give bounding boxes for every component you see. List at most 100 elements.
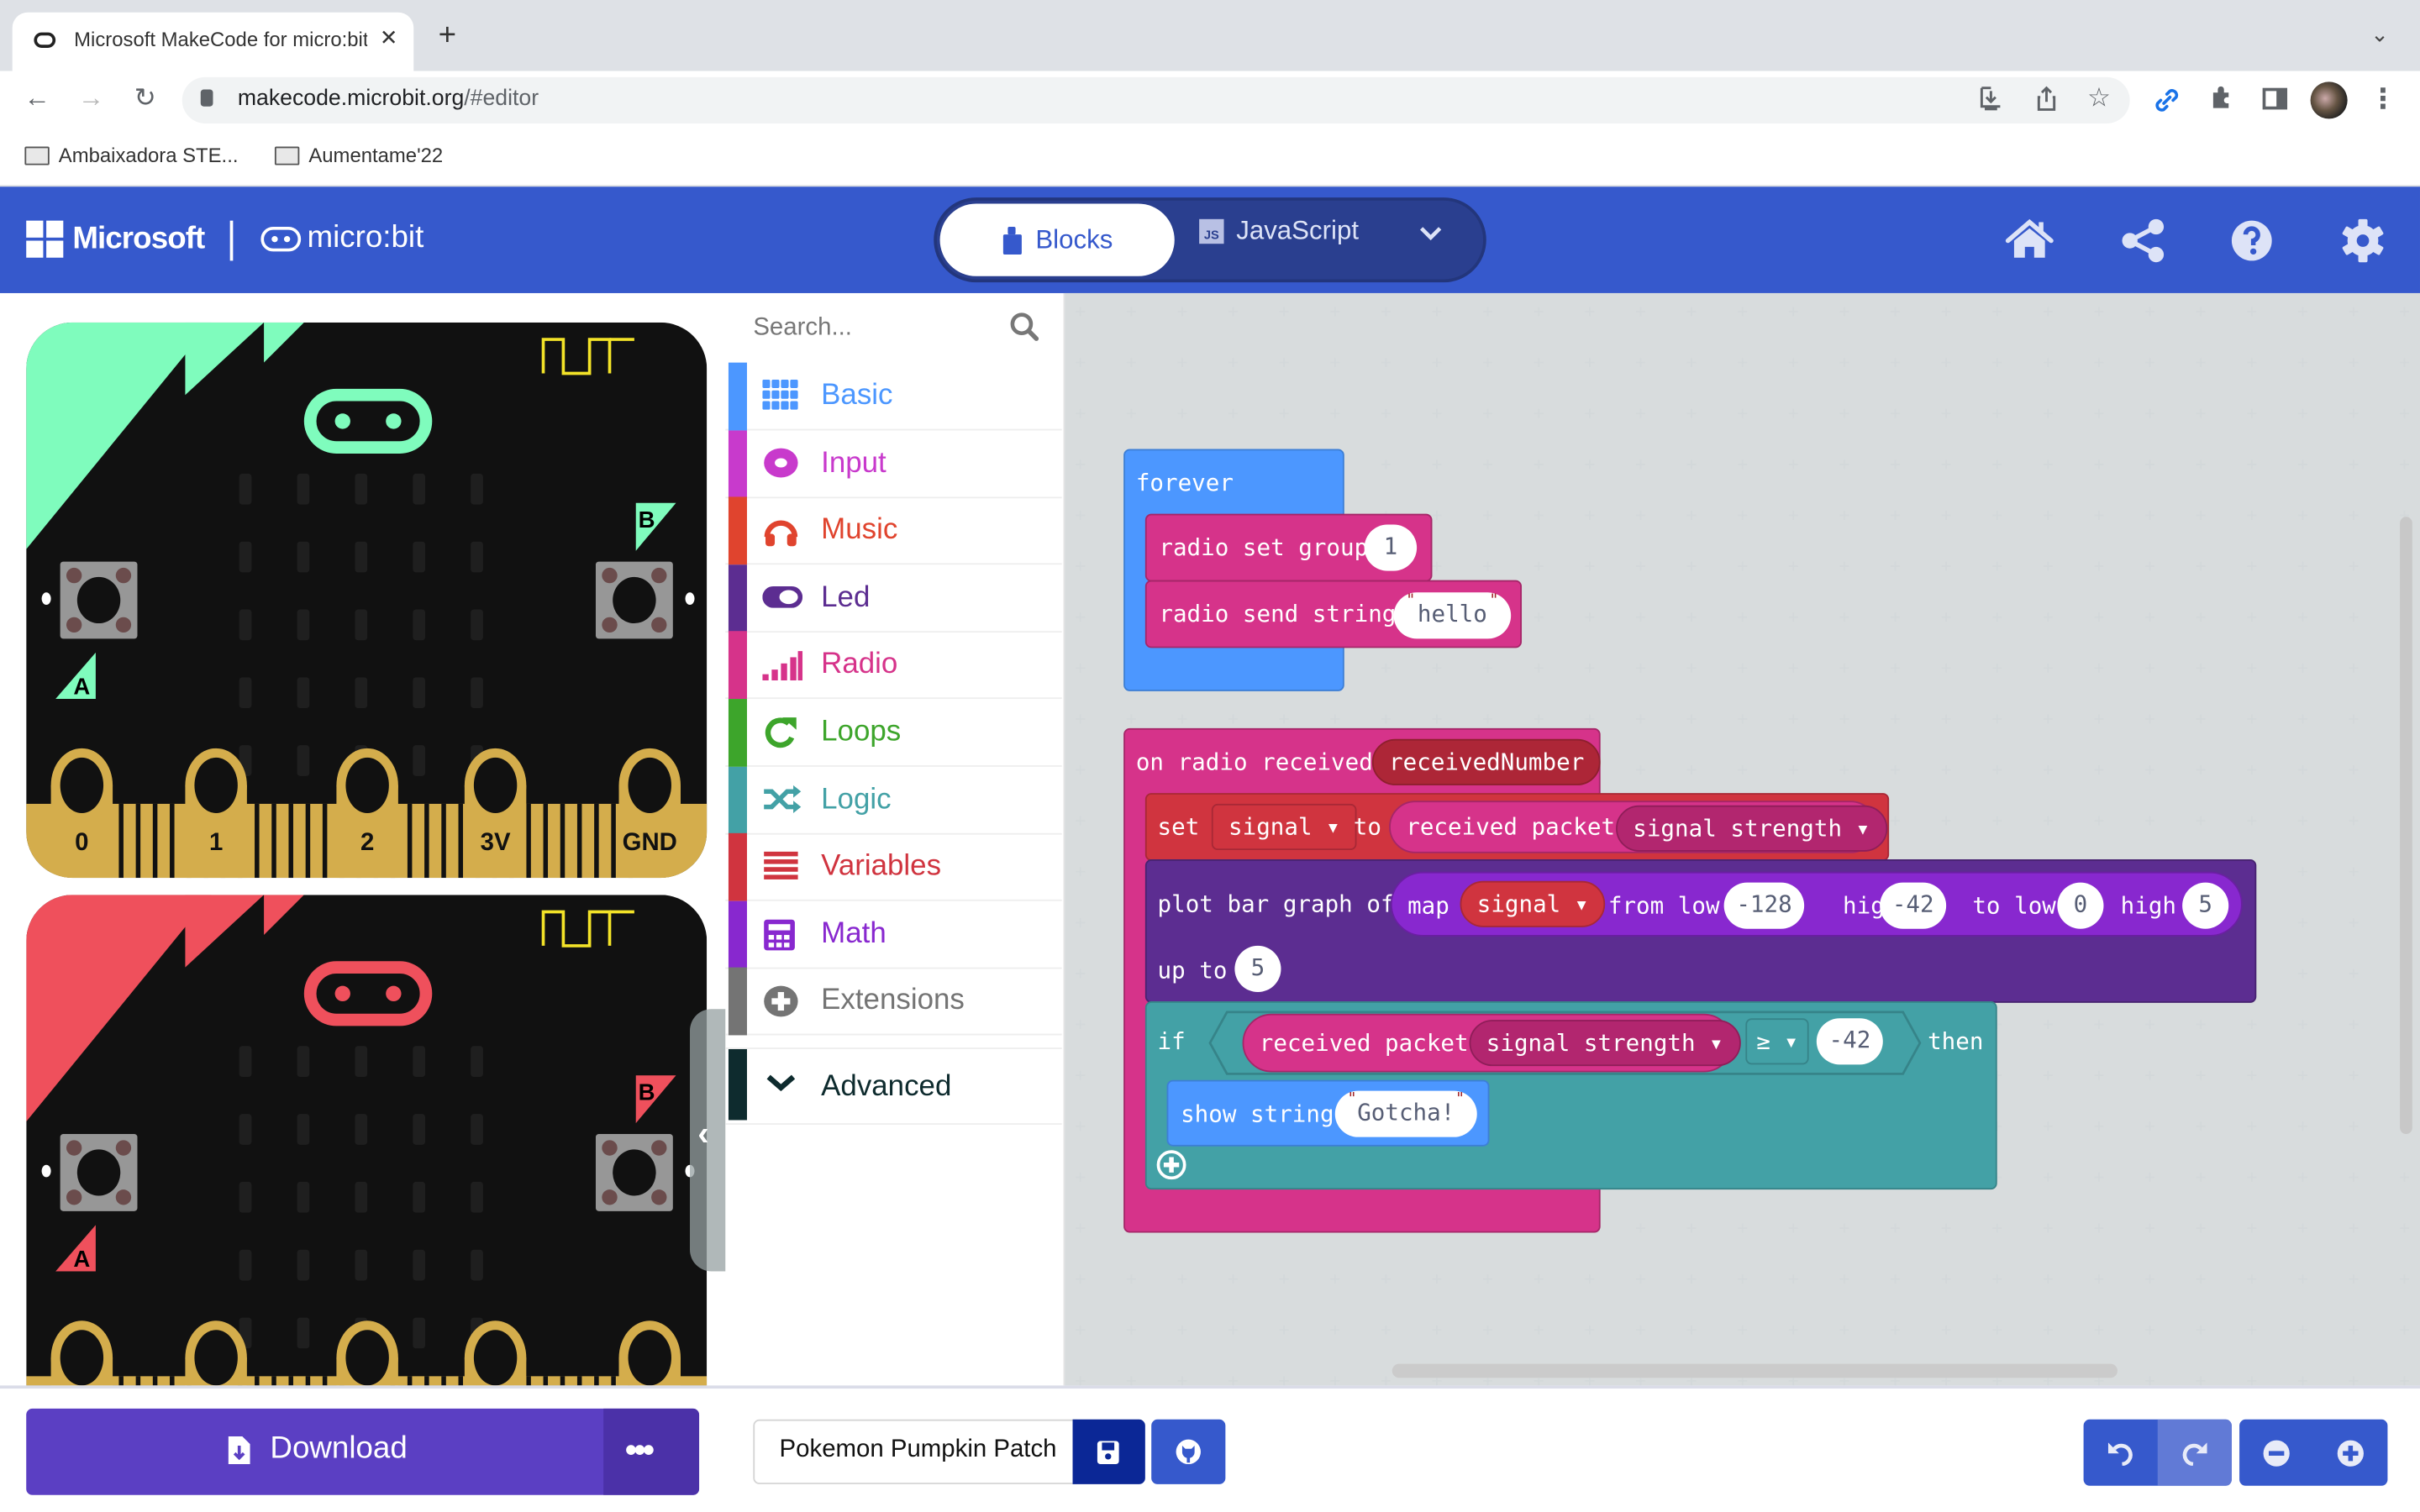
category-color-bar [728, 362, 747, 431]
toolbox-category-basic[interactable]: Basic [725, 362, 1062, 431]
group-number-input[interactable]: 1 [1364, 524, 1418, 571]
blocks-toolbox: Search... Basic Input Music Led Radio Lo… [725, 292, 1065, 1386]
plus-circle-icon [762, 985, 799, 1019]
tab-search-chevron-icon[interactable]: ⌄ [2370, 22, 2389, 48]
toolbox-category-loops[interactable]: Loops [725, 699, 1062, 767]
blocks-mode-button[interactable]: Blocks [939, 203, 1175, 276]
category-label: Math [821, 917, 886, 951]
microsoft-logo[interactable]: Microsoft [26, 220, 205, 258]
tab-title: Microsoft MakeCode for micro:bit [74, 28, 368, 51]
microbit-logo[interactable]: micro:bit [260, 221, 424, 256]
microbit-simulator-board[interactable]: AB 0 1 2 3V GND [26, 895, 708, 1386]
bookmark-star-icon[interactable]: ☆ [2084, 83, 2115, 114]
svg-text:A: A [73, 674, 90, 700]
toolbox-category-input[interactable]: Input [725, 429, 1062, 498]
share-icon[interactable] [2118, 214, 2170, 266]
new-tab-button[interactable]: + [439, 18, 456, 54]
url-host: makecode.microbit.org [237, 86, 465, 112]
link-extension-icon[interactable] [2151, 85, 2182, 116]
home-icon[interactable] [2003, 214, 2055, 266]
zoom-in-button[interactable] [2313, 1420, 2387, 1486]
forever-label: forever [1135, 469, 1234, 497]
back-icon[interactable]: ← [18, 83, 55, 114]
address-bar[interactable]: makecode.microbit.org/#editor ☆ [182, 76, 2130, 123]
toolbox-search[interactable]: Search... [725, 293, 1063, 361]
to-high-input[interactable]: 5 [2182, 882, 2229, 929]
category-color-bar [728, 429, 747, 498]
side-panel-icon[interactable] [2260, 85, 2291, 116]
share-page-icon[interactable] [2031, 85, 2062, 116]
blocks-workspace[interactable]: forever radio set group 1 radio send str… [1065, 292, 2420, 1386]
collapse-simulator-handle[interactable]: ‹ [690, 1009, 728, 1272]
reload-icon[interactable]: ↻ [127, 83, 164, 114]
forward-icon[interactable]: → [72, 83, 109, 114]
microsoft-grid-icon [26, 220, 64, 258]
list-lines-icon [762, 850, 799, 884]
string-input[interactable]: " Gotcha! " [1334, 1090, 1477, 1137]
compare-value-input[interactable]: -42 [1816, 1018, 1883, 1065]
bookmark-folder[interactable]: Aumentame'22 [274, 143, 444, 167]
chevron-left-icon: ‹ [697, 1114, 709, 1153]
toolbox-category-advanced[interactable]: Advanced [725, 1047, 1062, 1125]
category-label: Logic [821, 783, 892, 816]
toolbox-category-variables[interactable]: Variables [725, 833, 1062, 901]
set-variable-block[interactable]: set signal to received packet signal str… [1144, 793, 1890, 861]
variable-dropdown[interactable]: signal [1211, 803, 1357, 851]
bookmark-folder[interactable]: Ambaixadora STE... [24, 143, 239, 167]
radio-send-string-block[interactable]: radio send string " hello " [1144, 580, 1523, 648]
horizontal-scrollbar[interactable] [1392, 1363, 2118, 1378]
svg-text:0: 0 [75, 828, 88, 856]
microbit-simulator-board[interactable]: AB 0 1 2 3V GND [26, 322, 708, 879]
map-reporter[interactable]: map signal from low -128 high -42 to low… [1390, 871, 2243, 937]
javascript-mode-button[interactable]: JS JavaScript [1199, 216, 1359, 247]
install-app-icon[interactable] [1975, 85, 2007, 116]
search-icon[interactable] [1009, 312, 1040, 350]
makecode-header: Microsoft micro:bit Blocks JS JavaScript [0, 186, 2420, 293]
search-input[interactable]: Search... [753, 315, 852, 343]
toolbox-category-extensions[interactable]: Extensions [725, 968, 1062, 1037]
browser-menu-icon[interactable]: ⋮ [2368, 83, 2399, 114]
toolbox-category-music[interactable]: Music [725, 496, 1062, 565]
project-name-input[interactable]: Pokemon Pumpkin Patch [753, 1419, 1078, 1484]
from-low-input[interactable]: -128 [1723, 882, 1805, 929]
map-label: map [1407, 891, 1449, 920]
redo-button[interactable] [2157, 1419, 2232, 1486]
language-dropdown-chevron-icon[interactable] [1418, 222, 1443, 248]
toolbox-category-led[interactable]: Led [725, 564, 1062, 633]
toolbox-category-math[interactable]: Math [725, 900, 1062, 969]
string-input[interactable]: " hello " [1393, 592, 1512, 639]
toolbox-category-radio[interactable]: Radio [725, 631, 1062, 700]
comparison-operator-dropdown[interactable]: ≥ [1745, 1018, 1809, 1065]
undo-button[interactable] [2084, 1420, 2158, 1486]
up-to-input[interactable]: 5 [1234, 945, 1281, 993]
packet-property-dropdown[interactable]: signal strength [1616, 805, 1887, 852]
to-low-input[interactable]: 0 [2057, 882, 2104, 929]
received-number-parameter[interactable]: receivedNumber [1371, 738, 1602, 785]
browser-tab[interactable]: Microsoft MakeCode for micro:bit ✕ [12, 12, 414, 71]
settings-gear-icon[interactable] [2337, 214, 2389, 266]
bookmark-label: Ambaixadora STE... [58, 143, 239, 167]
packet-property-dropdown[interactable]: signal strength [1469, 1020, 1740, 1067]
profile-avatar[interactable] [2310, 81, 2348, 119]
help-icon[interactable] [2226, 214, 2278, 266]
vertical-scrollbar[interactable] [2400, 517, 2412, 1134]
extensions-puzzle-icon[interactable] [2206, 85, 2237, 116]
close-tab-icon[interactable]: ✕ [380, 24, 398, 50]
radio-set-group-block[interactable]: radio set group 1 [1144, 513, 1433, 582]
received-packet-reporter[interactable]: received packet signal strength [1389, 801, 1887, 853]
download-more-options-button[interactable]: ••• [603, 1408, 700, 1495]
zoom-out-button[interactable] [2239, 1420, 2313, 1486]
add-else-plus-icon[interactable] [1156, 1149, 1187, 1188]
from-high-input[interactable]: -42 [1880, 882, 1947, 929]
download-button[interactable]: Download ••• [26, 1408, 700, 1495]
category-color-bar [728, 766, 747, 834]
from-low-label: from low [1607, 891, 1720, 920]
save-project-button[interactable] [1072, 1419, 1145, 1484]
github-button[interactable] [1151, 1419, 1226, 1484]
bookmark-label: Aumentame'22 [308, 143, 444, 167]
variable-dropdown[interactable]: signal [1460, 880, 1606, 927]
toolbox-category-logic[interactable]: Logic [725, 766, 1062, 834]
show-string-block[interactable]: show string " Gotcha! " [1166, 1079, 1490, 1147]
received-packet-reporter[interactable]: received packet signal strength [1242, 1013, 1740, 1073]
plot-bar-graph-block[interactable]: plot bar graph of map signal from low -1… [1144, 859, 2257, 1003]
